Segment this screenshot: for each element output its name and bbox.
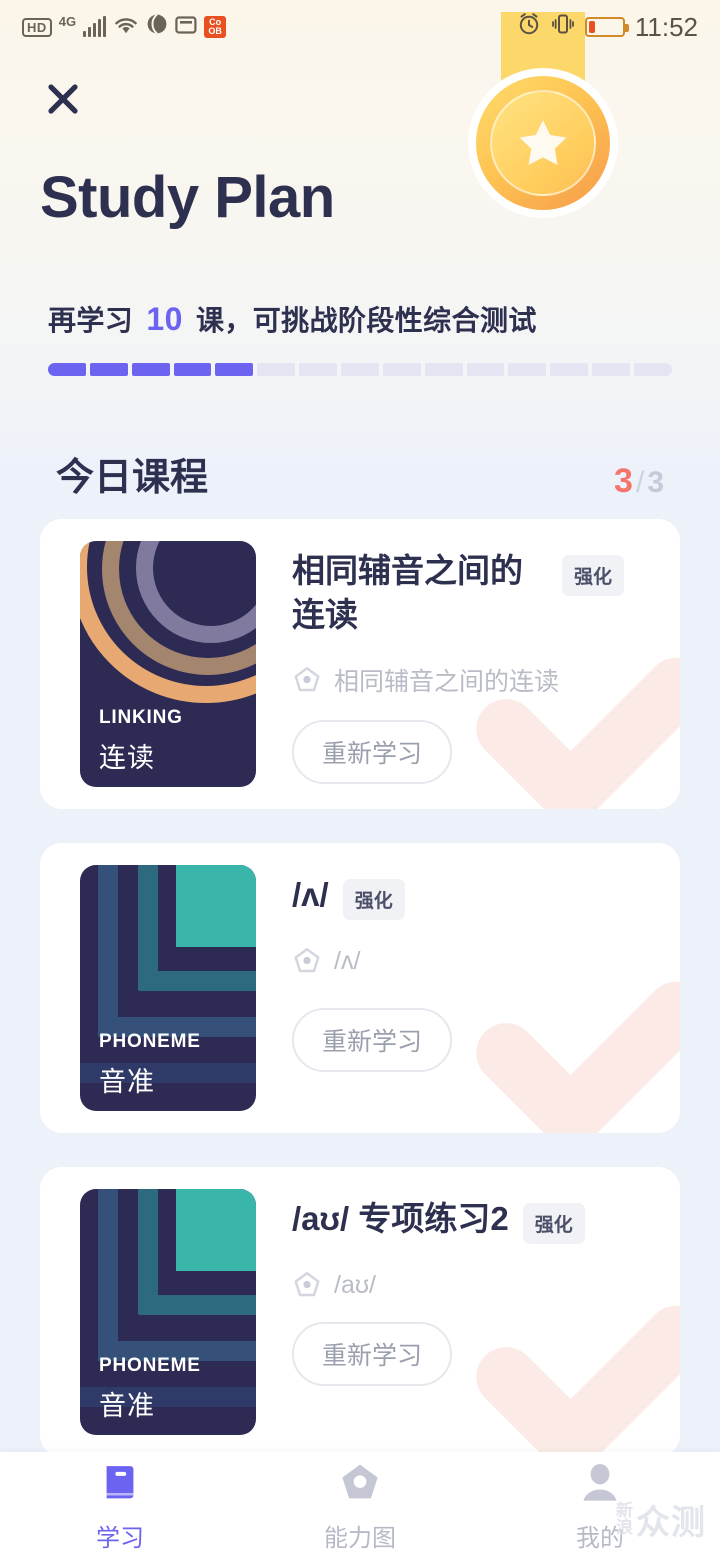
nav-item-profile[interactable]: 我的 — [480, 1452, 720, 1560]
network-type-label: 4G — [58, 13, 77, 29]
lesson-thumbnail: PHONEME 音准 — [80, 865, 256, 1111]
close-icon — [48, 84, 78, 114]
thumbnail-label-cn: 音准 — [99, 1391, 155, 1421]
progress-segment — [173, 363, 212, 376]
progress-block: 再学习 10 课，可挑战阶段性综合测试 — [0, 299, 720, 376]
alarm-icon — [517, 12, 541, 42]
progress-segment — [257, 363, 296, 376]
nav-item-ability-map[interactable]: 能力图 — [240, 1452, 480, 1560]
lesson-title: /ʌ/ — [292, 876, 329, 913]
section-completed: 3 — [614, 462, 633, 500]
progress-segment — [341, 363, 379, 376]
progress-segment — [89, 363, 128, 376]
thumbnail-label-cn: 音准 — [99, 1067, 155, 1097]
progress-segment — [382, 363, 421, 376]
progress-segment — [215, 363, 254, 376]
lesson-title-row: /ʌ/强化 — [292, 873, 680, 920]
nav-item-study[interactable]: 学习 — [0, 1452, 240, 1560]
page-title: Study Plan — [40, 165, 335, 230]
relearn-button[interactable]: 重新学习 — [292, 1322, 452, 1386]
wifi-icon — [113, 14, 139, 41]
progress-segment — [424, 363, 463, 376]
lesson-title-row: /aʊ/ 专项练习2 强化 — [292, 1197, 680, 1244]
sim-icon — [175, 14, 197, 41]
lesson-subtitle: /aʊ/ — [334, 1270, 377, 1299]
progress-segment — [131, 363, 170, 376]
nav-item-label: 我的 — [576, 1524, 624, 1552]
lesson-card[interactable]: PHONEME 音准/ʌ/强化/ʌ/重新学习 — [40, 843, 680, 1133]
lesson-card-body: /ʌ/强化/ʌ/重新学习 — [256, 865, 680, 1133]
lesson-tag: 强化 — [342, 879, 405, 920]
lesson-subtitle: /ʌ/ — [334, 946, 361, 975]
globe-icon — [146, 13, 168, 41]
lesson-subtitle-row: /aʊ/ — [292, 1270, 680, 1300]
lesson-title: /aʊ/ 专项练习2 — [292, 1200, 509, 1237]
thumbnail-label: PHONEME — [99, 1031, 201, 1052]
app-badge-icon: Co OB — [204, 16, 227, 38]
app-badge-bottom: OB — [208, 26, 222, 36]
thumbnail-label: LINKING — [99, 707, 183, 728]
close-button[interactable] — [40, 76, 86, 122]
lesson-title: 相同辅音之间的连读 — [292, 552, 523, 633]
progress-prefix: 再学习 — [48, 305, 134, 336]
status-time: 11:52 — [634, 11, 698, 42]
section-count: 3/3 — [614, 462, 664, 501]
lesson-thumbnail: PHONEME 音准 — [80, 1189, 256, 1435]
progress-segment — [48, 363, 86, 376]
lesson-subtitle: 相同辅音之间的连读 — [334, 668, 560, 697]
lesson-card-body: /aʊ/ 专项练习2 强化/aʊ/重新学习 — [256, 1189, 680, 1457]
progress-segment — [592, 363, 631, 376]
relearn-button[interactable]: 重新学习 — [292, 720, 452, 785]
section-title: 今日课程 — [56, 457, 209, 499]
lesson-card-list: LINKING 连读 相同辅音之间的连读 强化 相同辅音之间的连读 重新学习 PHONEME… — [0, 519, 720, 1457]
gem-icon — [337, 1460, 383, 1511]
section-separator: / — [635, 466, 645, 499]
person-icon — [577, 1460, 623, 1511]
lesson-card[interactable]: PHONEME 音准/aʊ/ 专项练习2 强化/aʊ/重新学习 — [40, 1167, 680, 1457]
lesson-thumbnail: LINKING 连读 — [80, 541, 256, 787]
progress-segment — [466, 363, 505, 376]
lesson-tag: 强化 — [562, 555, 625, 596]
progress-segment — [550, 363, 589, 376]
thumbnail-label-cn: 连读 — [99, 743, 155, 773]
gem-pentagon-icon — [294, 1272, 320, 1297]
progress-text: 再学习 10 课，可挑战阶段性综合测试 — [48, 299, 672, 339]
app-screen: HD 4G Co OB 11:52 Study Plan 再学习 10 课，可挑… — [0, 0, 720, 1560]
progress-segment — [634, 363, 672, 376]
lesson-card[interactable]: LINKING 连读 相同辅音之间的连读 强化 相同辅音之间的连读 重新学习 — [40, 519, 680, 809]
progress-count: 10 — [146, 301, 183, 337]
gem-pentagon-icon — [294, 948, 320, 973]
gem-pentagon-icon — [294, 667, 320, 692]
lesson-title-row: 相同辅音之间的连读 强化 — [292, 549, 680, 636]
bottom-navigation: 学习 能力图 我的 — [0, 1452, 720, 1560]
bracket-1 — [176, 865, 256, 947]
lesson-card-body: 相同辅音之间的连读 强化 相同辅音之间的连读 重新学习 — [256, 541, 680, 809]
battery-icon — [584, 17, 629, 37]
section-header: 今日课程 3/3 — [0, 446, 720, 501]
progress-suffix: 课，可挑战阶段性综合测试 — [195, 305, 537, 336]
status-bar: HD 4G Co OB 11:52 — [0, 0, 720, 54]
nav-item-label: 学习 — [96, 1524, 144, 1552]
nav-item-label: 能力图 — [324, 1524, 396, 1552]
status-bar-left: HD 4G Co OB — [22, 13, 227, 41]
page-header: Study Plan — [0, 76, 720, 231]
vibrate-icon — [551, 12, 575, 42]
progress-segment — [508, 363, 547, 376]
bracket-1 — [176, 1189, 256, 1271]
thumbnail-label: PHONEME — [99, 1355, 201, 1376]
relearn-button[interactable]: 重新学习 — [292, 1008, 452, 1072]
progress-segment — [299, 363, 338, 376]
hd-badge-icon: HD — [22, 17, 52, 37]
signal-bars-icon — [83, 16, 107, 37]
lesson-subtitle-row: /ʌ/ — [292, 946, 680, 976]
lesson-tag: 强化 — [522, 1203, 585, 1244]
section-total: 3 — [647, 466, 664, 499]
progress-bar — [48, 363, 672, 376]
status-bar-right: 11:52 — [517, 12, 698, 43]
lesson-subtitle-row: 相同辅音之间的连读 — [292, 662, 680, 698]
book-icon — [97, 1460, 143, 1511]
